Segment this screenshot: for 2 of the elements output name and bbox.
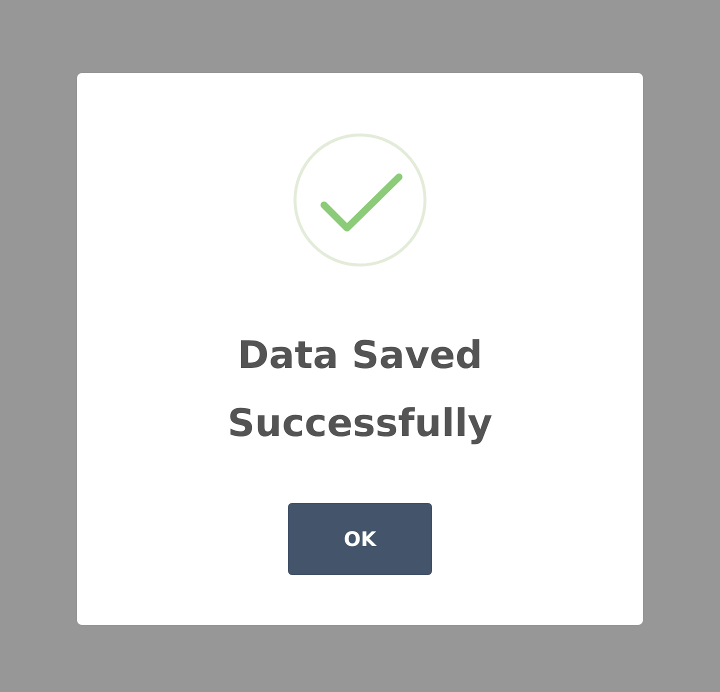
ok-button[interactable]: OK xyxy=(288,503,432,575)
dialog-title: Data Saved Successfully xyxy=(226,332,494,447)
